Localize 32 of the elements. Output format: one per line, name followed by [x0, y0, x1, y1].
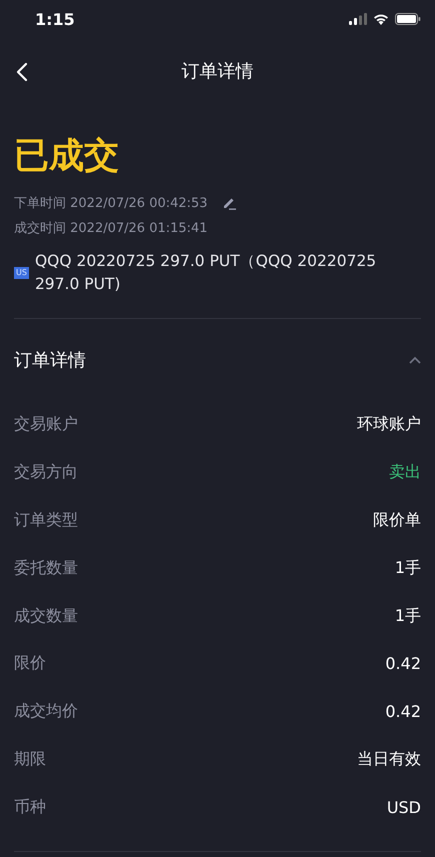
field-value: 限价单 [373, 510, 421, 531]
field-value: 1手 [394, 558, 421, 579]
instrument-name: QQQ 20220725 297.0 PUT（QQQ 20220725 297.0 PUT) [34, 251, 378, 295]
field-value: 0.42 [385, 702, 421, 722]
status-time: 1:15 [35, 10, 75, 28]
order-time: 下单时间 2022/07/26 00:42:53 [14, 194, 208, 212]
signal-icon [349, 13, 367, 25]
field-value: USD [386, 798, 421, 817]
wifi-icon [373, 13, 389, 25]
order-status: 已成交 [14, 135, 120, 178]
field-value: 当日有效 [357, 748, 421, 770]
page-title: 订单详情 [182, 60, 254, 83]
field-value: 环球账户 [357, 414, 421, 436]
field-label: 限价 [14, 653, 46, 674]
market-badge: US [14, 267, 29, 279]
back-button[interactable] [14, 60, 30, 84]
field-label: 交易方向 [14, 462, 78, 484]
field-label: 成交均价 [14, 701, 78, 722]
field-value: 0.42 [385, 654, 421, 674]
field-value: 卖出 [389, 462, 421, 484]
field-label: 币种 [14, 796, 46, 818]
field-label: 期限 [14, 748, 46, 770]
edit-icon[interactable] [222, 196, 236, 210]
field-label: 委托数量 [14, 558, 78, 579]
field-value: 1手 [394, 606, 421, 627]
field-label: 交易账户 [14, 414, 78, 436]
field-label: 订单类型 [14, 510, 78, 531]
field-label: 成交数量 [14, 606, 78, 627]
fill-time: 成交时间 2022/07/26 01:15:41 [14, 220, 208, 236]
section-title: 订单详情 [14, 349, 86, 372]
collapse-icon[interactable] [409, 356, 421, 364]
battery-icon [395, 13, 421, 25]
